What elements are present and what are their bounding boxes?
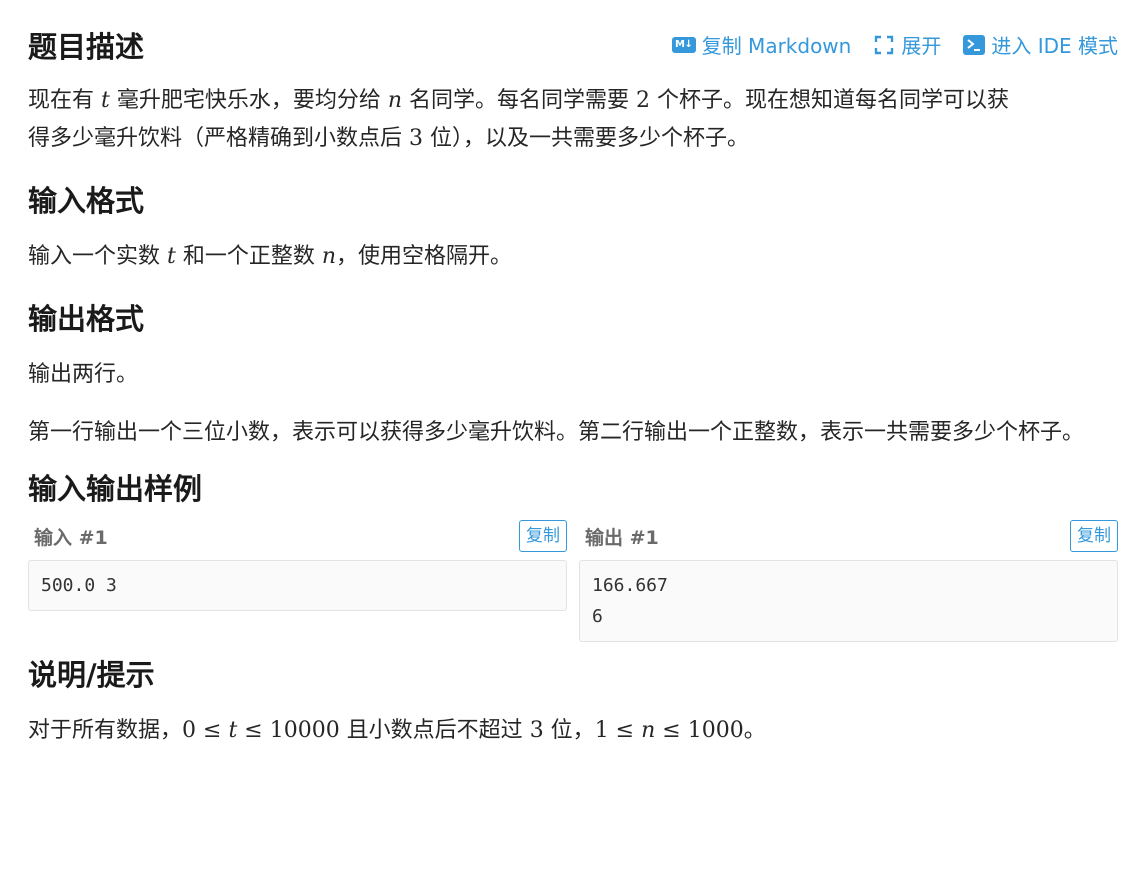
sample-output: 输出 #1 复制 166.667 6 <box>579 516 1118 642</box>
sample-output-title: 输出 #1 <box>585 526 659 549</box>
section-title-input-format: 输入格式 <box>28 184 145 218</box>
copy-output-button[interactable]: 复制 <box>1070 520 1118 552</box>
input-format-text: 输入一个实数 t 和一个正整数 n，使用空格隔开。 <box>28 244 513 269</box>
section-title-output-format: 输出格式 <box>28 302 145 336</box>
section-title-hint: 说明/提示 <box>28 658 155 692</box>
sample-input-title: 输入 #1 <box>34 526 108 549</box>
section-title-samples: 输入输出样例 <box>28 472 203 506</box>
copy-input-button[interactable]: 复制 <box>519 520 567 552</box>
output-format-line2: 第一行输出一个三位小数，表示可以获得多少毫升饮料。第二行输出一个正整数，表示一共… <box>28 420 1085 445</box>
hint-text: 对于所有数据，0 ≤ t ≤ 10000 且小数点后不超过 3 位，1 ≤ n … <box>28 718 766 743</box>
sample-input-value: 500.0 3 <box>28 560 567 611</box>
output-format-line1: 输出两行。 <box>28 362 139 387</box>
sample-input: 输入 #1 复制 500.0 3 <box>28 516 567 642</box>
problem-content: 题目描述 现在有 t 毫升肥宅快乐水，要均分给 n 名同学。每名同学需要 2 个… <box>28 24 1118 750</box>
section-title-description: 题目描述 <box>28 30 145 64</box>
description-text: 现在有 t 毫升肥宅快乐水，要均分给 n 名同学。每名同学需要 2 个杯子。现在… <box>28 88 1010 151</box>
sample-output-value: 166.667 6 <box>579 560 1118 642</box>
samples-container: 输入 #1 复制 500.0 3 输出 #1 复制 166.667 6 <box>28 516 1118 642</box>
